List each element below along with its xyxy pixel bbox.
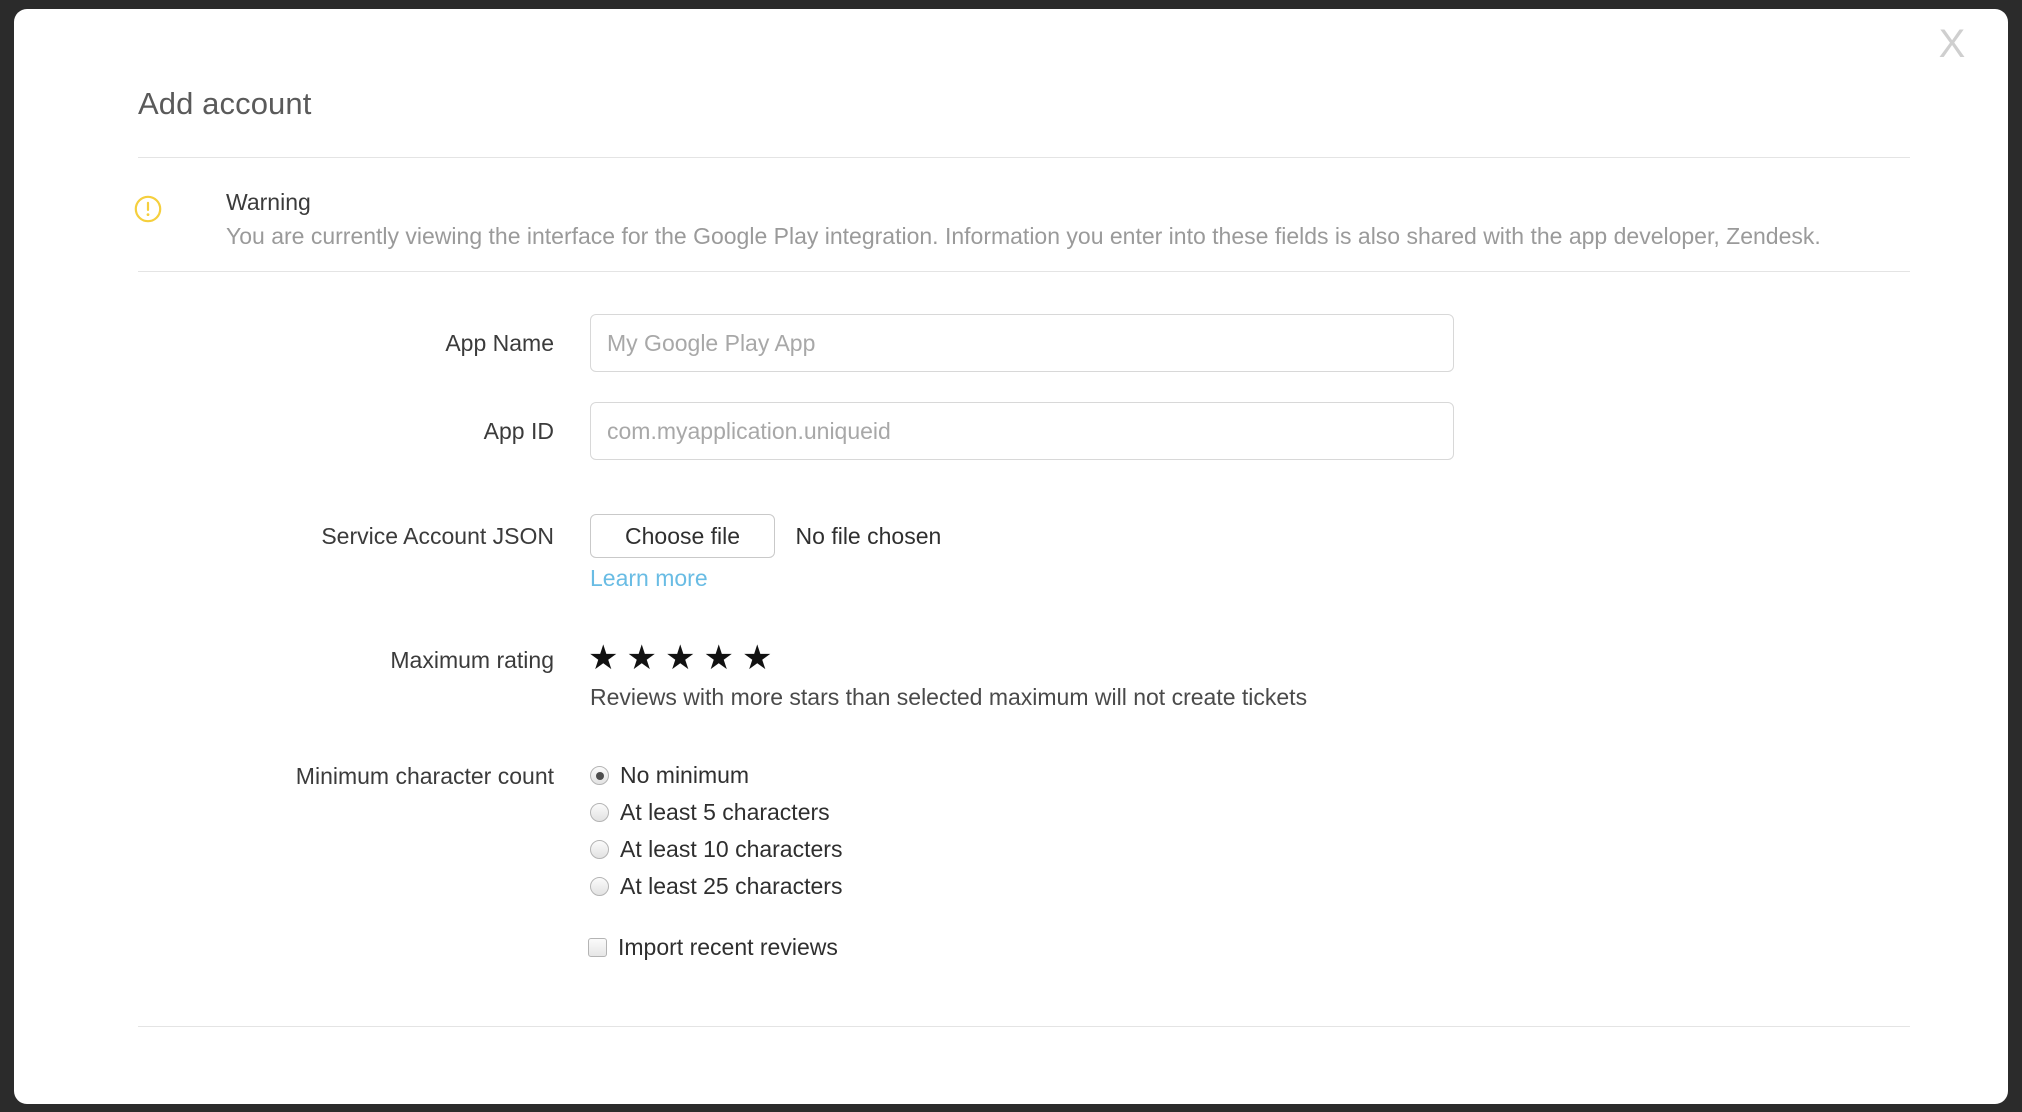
radio-option-at-least-5[interactable]: At least 5 characters <box>590 794 842 831</box>
radio-label: At least 25 characters <box>620 873 843 899</box>
file-status-text: No file chosen <box>795 522 942 549</box>
warning-text-block: Warning You are currently viewing the in… <box>226 187 1926 251</box>
close-icon[interactable]: X <box>1930 21 1974 67</box>
star-icon-5[interactable]: ★ <box>742 641 772 675</box>
radio-mark-icon <box>590 877 609 896</box>
minimum-character-count-radio-group: No minimum At least 5 characters At leas… <box>590 757 842 905</box>
footer-divider <box>138 1026 1910 1027</box>
minimum-character-count-label: Minimum character count <box>295 763 554 789</box>
app-name-input[interactable] <box>590 314 1454 372</box>
star-rating-control[interactable]: ★ ★ ★ ★ ★ <box>588 641 772 675</box>
warning-divider <box>138 271 1910 272</box>
dialog-window: X Add account Warning You are currently … <box>14 9 2008 1104</box>
radio-label: No minimum <box>620 762 750 788</box>
radio-option-at-least-10[interactable]: At least 10 characters <box>590 831 842 868</box>
star-icon-3[interactable]: ★ <box>665 641 695 675</box>
choose-file-button[interactable]: Choose file <box>590 514 776 558</box>
page-title: Add account <box>138 86 312 121</box>
warning-title: Warning <box>226 189 311 215</box>
app-id-input[interactable] <box>590 402 1454 460</box>
header-divider <box>138 157 1910 158</box>
app-name-label: App Name <box>445 330 554 356</box>
window-frame: X Add account Warning You are currently … <box>0 0 2022 1112</box>
file-picker: Choose file No file chosen <box>590 514 941 558</box>
star-icon-4[interactable]: ★ <box>703 641 733 675</box>
radio-label: At least 10 characters <box>620 836 843 862</box>
import-recent-reviews-label: Import recent reviews <box>618 934 838 960</box>
star-icon-1[interactable]: ★ <box>588 641 618 675</box>
maximum-rating-help-text: Reviews with more stars than selected ma… <box>590 684 1308 710</box>
radio-option-at-least-25[interactable]: At least 25 characters <box>590 868 842 905</box>
star-icon-2[interactable]: ★ <box>626 641 656 675</box>
service-account-json-label: Service Account JSON <box>321 523 554 549</box>
radio-label: At least 5 characters <box>620 799 830 825</box>
warning-circle-icon <box>134 195 162 223</box>
warning-message: You are currently viewing the interface … <box>226 223 1821 249</box>
radio-mark-icon <box>590 803 609 822</box>
checkbox-mark-icon <box>588 938 607 957</box>
radio-mark-icon <box>590 766 609 785</box>
radio-mark-icon <box>590 840 609 859</box>
radio-option-no-minimum[interactable]: No minimum <box>590 757 842 794</box>
import-recent-reviews-checkbox[interactable]: Import recent reviews <box>588 934 838 961</box>
app-id-label: App ID <box>483 418 554 444</box>
maximum-rating-label: Maximum rating <box>390 647 554 673</box>
learn-more-link[interactable]: Learn more <box>590 565 708 592</box>
